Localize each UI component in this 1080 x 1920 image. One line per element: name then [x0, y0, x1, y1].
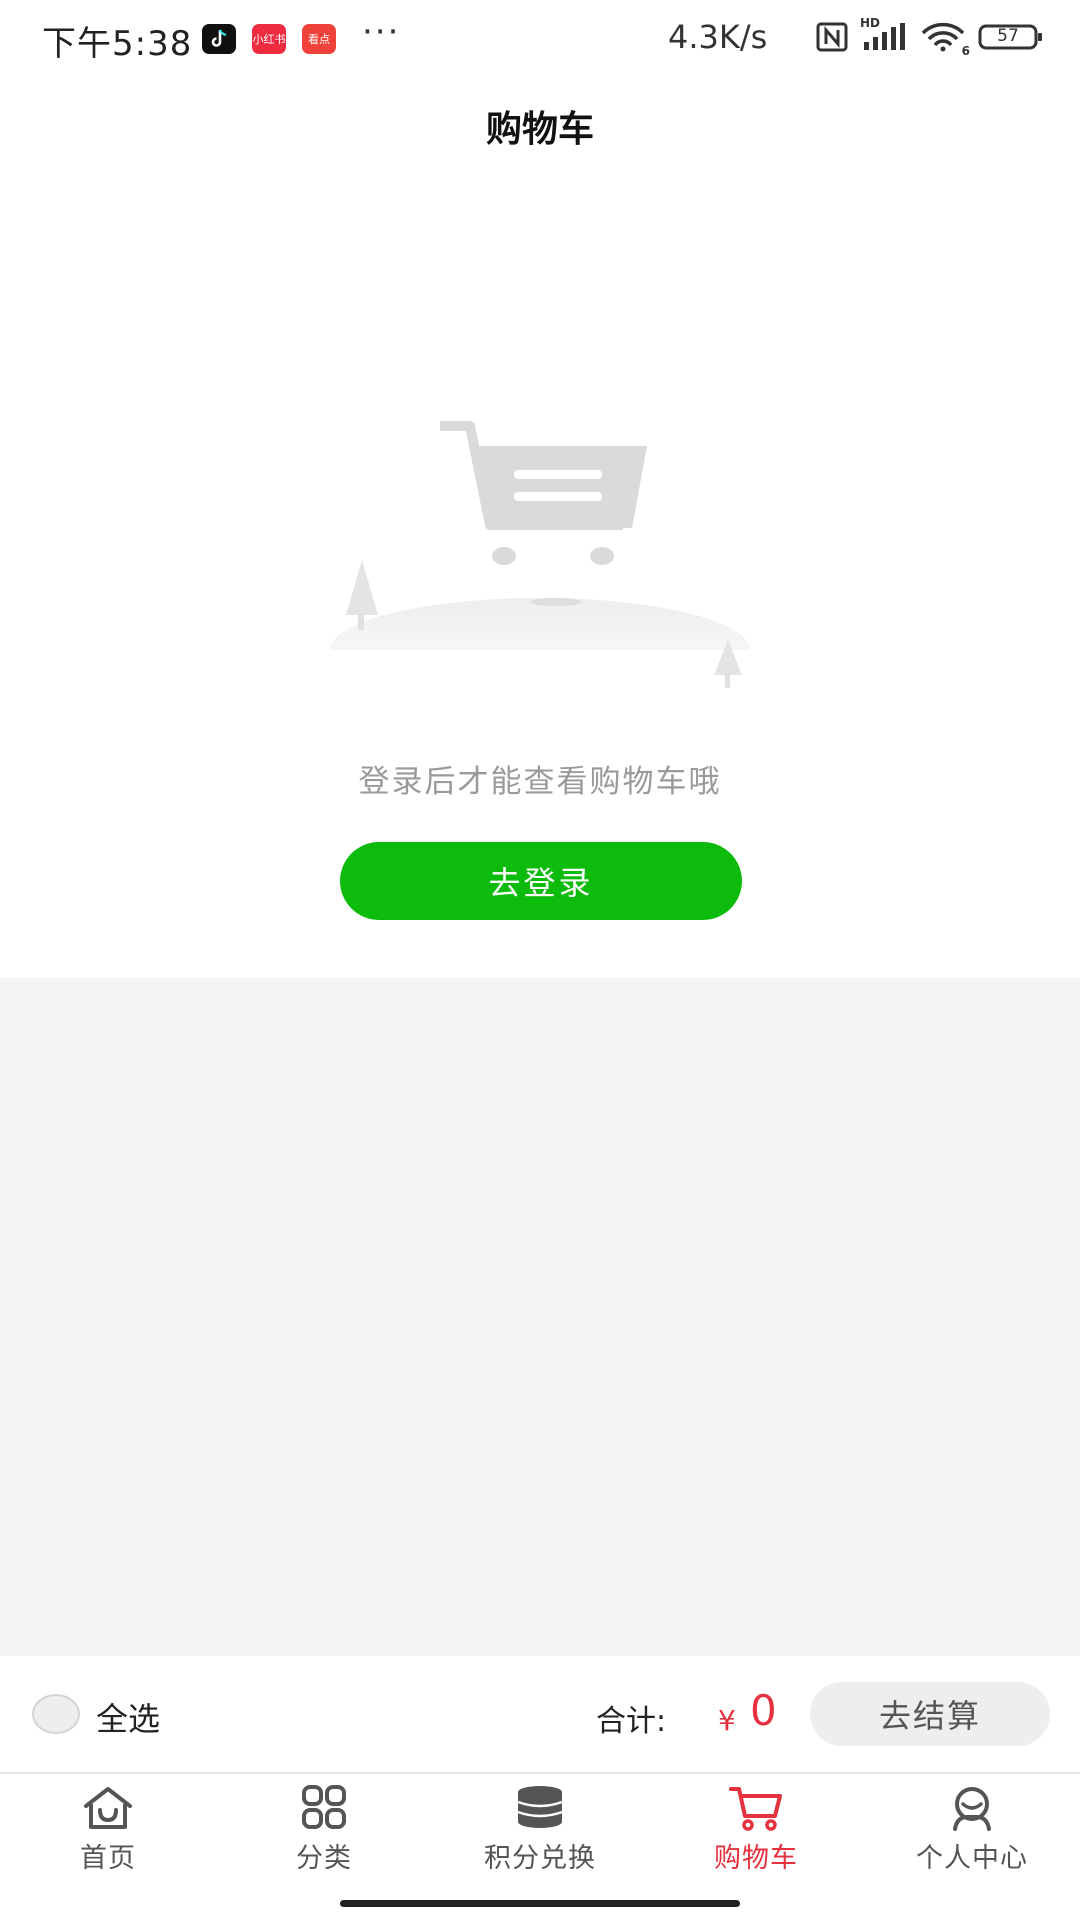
network-speed: 4.3K/s [668, 18, 768, 56]
coins-icon [517, 1786, 563, 1828]
select-all-checkbox[interactable] [32, 1694, 80, 1734]
bottom-tab-bar: 首页 分类 积分兑换 购物车 个人中心 [0, 1774, 1080, 1920]
page-title: 购物车 [485, 109, 594, 150]
tab-cart[interactable]: 购物车 [648, 1784, 864, 1884]
tab-profile-label: 个人中心 [916, 1843, 1028, 1874]
checkout-bar: 全选 合计: ¥ 0 去结算 [0, 1656, 1080, 1774]
total-value: 0 [750, 1686, 777, 1735]
tab-points-exchange-label: 积分兑换 [484, 1843, 596, 1874]
tab-cart-label: 购物车 [714, 1843, 798, 1874]
checkout-button[interactable]: 去结算 [810, 1682, 1050, 1746]
tab-profile[interactable]: 个人中心 [864, 1784, 1080, 1884]
tab-points-exchange[interactable]: 积分兑换 [432, 1784, 648, 1884]
xiaohongshu-icon: 小红书 [252, 24, 286, 54]
user-icon [953, 1787, 991, 1831]
more-notifications-icon: ··· [362, 12, 401, 52]
battery-level: 57 [997, 26, 1019, 46]
empty-cart-illustration [320, 421, 760, 720]
home-indicator[interactable] [340, 1900, 740, 1907]
tab-category[interactable]: 分类 [216, 1784, 432, 1884]
wifi-icon: 6 [920, 22, 970, 58]
tab-home-label: 首页 [80, 1843, 136, 1874]
cart-icon [729, 1787, 782, 1831]
status-icons: HD 6 57 [816, 16, 1044, 58]
grid-icon [302, 1785, 346, 1829]
xiaohongshu-label: 小红书 [252, 33, 286, 46]
status-time: 下午5:38 [42, 24, 193, 64]
home-icon [84, 1787, 132, 1829]
empty-state-message: 登录后才能查看购物车哦 [358, 764, 722, 800]
status-bar: 下午5:38 小红书 看点 ··· 4.3K/s HD 6 57 [0, 0, 1080, 80]
tiktok-icon [202, 24, 236, 54]
signal-icon: HD [860, 16, 908, 52]
kandian-label: 看点 [308, 33, 330, 46]
cart-list-area [0, 978, 1080, 1656]
select-all-label[interactable]: 全选 [96, 1694, 160, 1740]
kandian-icon: 看点 [302, 24, 336, 54]
nfc-icon [816, 22, 848, 52]
battery-icon: 57 [978, 23, 1044, 51]
total-currency: ¥ [718, 1704, 736, 1737]
tab-home[interactable]: 首页 [0, 1784, 216, 1884]
wifi-6-label: 6 [961, 44, 970, 58]
login-button[interactable]: 去登录 [340, 842, 742, 920]
total-label: 合计: [596, 1704, 667, 1739]
tab-category-label: 分类 [296, 1843, 352, 1874]
